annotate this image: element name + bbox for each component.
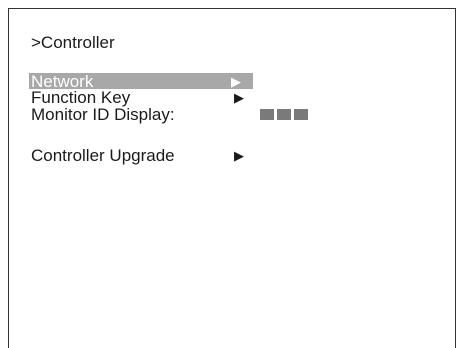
monitor-id-value-blocks	[260, 109, 308, 121]
filled-block-icon	[277, 109, 291, 120]
menu-item-label: Function Key	[31, 88, 131, 107]
menu-item-network[interactable]: Network ▶	[29, 73, 253, 90]
menu-item-function-key[interactable]: Function Key ▶	[29, 89, 259, 106]
menu-item-monitor-id-display[interactable]: Monitor ID Display:	[29, 106, 319, 123]
menu-title: >Controller	[31, 33, 115, 52]
menu-item-label: Monitor ID Display:	[31, 105, 175, 124]
right-triangle-icon: ▶	[234, 148, 244, 163]
menu-item-controller-upgrade[interactable]: Controller Upgrade ▶	[29, 147, 259, 164]
controller-menu-screen: >Controller Network ▶ Function Key ▶ Mon…	[8, 8, 456, 348]
right-triangle-icon: ▶	[234, 90, 244, 105]
menu-item-label: Controller Upgrade	[31, 146, 175, 165]
right-triangle-icon: ▶	[231, 74, 241, 89]
filled-block-icon	[294, 109, 308, 120]
filled-block-icon	[260, 109, 274, 120]
